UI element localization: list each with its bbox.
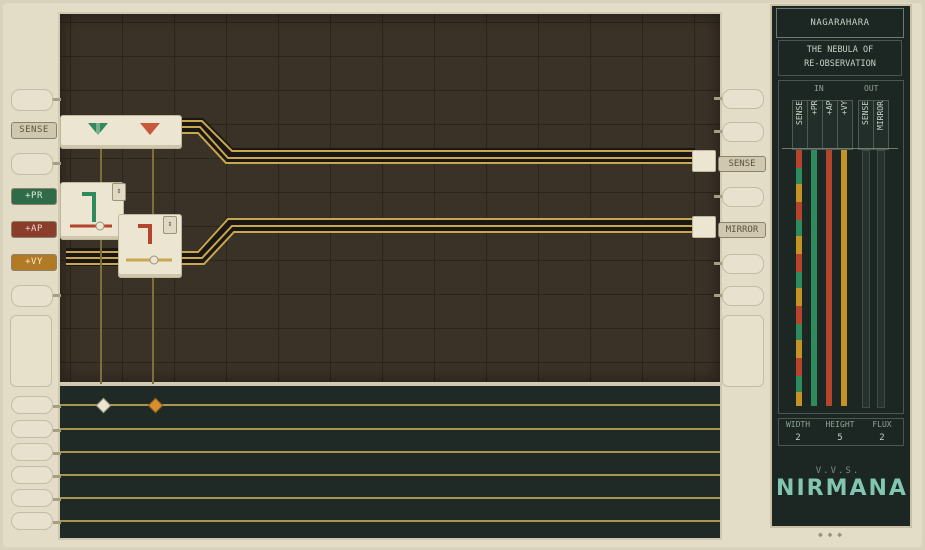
green-arrow-icon (86, 119, 110, 139)
rotate-toggle-icon[interactable]: ⇕ (112, 183, 126, 201)
stat-label-width: WIDTH (785, 420, 811, 429)
timeline-panel[interactable] (58, 384, 722, 540)
stat-value-height: 5 (837, 433, 843, 443)
timeline-marker-white[interactable] (95, 397, 112, 414)
puzzle-title-line2: RE-OBSERVATION (804, 59, 876, 69)
channel-label-vy: +VY (837, 100, 853, 150)
logo-subtitle: V.V.S. (815, 466, 861, 476)
timeline-slot (11, 466, 61, 484)
in-header: IN (814, 84, 824, 93)
timeline-slot (11, 420, 61, 438)
stat-label-height: HEIGHT (825, 420, 855, 429)
channel-bar-sense-in (796, 150, 802, 406)
channel-label-pr: +PR (807, 100, 823, 150)
timeline-slot (11, 489, 61, 507)
channel-label-mirror: MIRROR (873, 100, 889, 150)
timeline-slot (11, 512, 61, 530)
stat-value-width: 2 (795, 433, 801, 443)
puzzle-title: THE NEBULA OF RE-OBSERVATION (778, 40, 902, 76)
timeline-track (60, 497, 720, 499)
timeline-track (60, 474, 720, 476)
channel-bar-mirror (877, 150, 885, 408)
output-connector (692, 216, 716, 238)
channel-divider (782, 148, 898, 149)
timeline-marker-orange[interactable] (147, 397, 164, 414)
location-title: NAGARAHARA (776, 8, 904, 38)
stat-label-flux: FLUX (872, 420, 892, 429)
rotate-toggle-icon[interactable]: ⇕ (163, 216, 177, 234)
page-dots: ◆ ◆ ◆ (818, 530, 843, 539)
channel-label-sense-out: SENSE (858, 100, 874, 150)
channel-label-sense-in: SENSE (792, 100, 808, 150)
puzzle-title-line1: THE NEBULA OF (806, 45, 874, 55)
channel-label-ap: +AP (822, 100, 838, 150)
splitter-tile-row[interactable] (60, 115, 182, 149)
timeline-track (60, 520, 720, 522)
timeline-track (60, 451, 720, 453)
channel-bar-pr (811, 150, 817, 406)
timeline-track (60, 428, 720, 430)
timeline-slot (11, 443, 61, 461)
channel-bar-sense-out (862, 150, 870, 408)
out-header: OUT (864, 84, 879, 93)
channel-bar-vy (841, 150, 847, 406)
green-bend-icon (64, 186, 118, 234)
channel-bar-ap (826, 150, 832, 406)
output-connector (692, 150, 716, 172)
red-arrow-icon (138, 119, 162, 139)
timeline-slot (11, 396, 61, 414)
game-logo: NIRMANA (776, 476, 908, 501)
stat-value-flux: 2 (879, 433, 885, 443)
